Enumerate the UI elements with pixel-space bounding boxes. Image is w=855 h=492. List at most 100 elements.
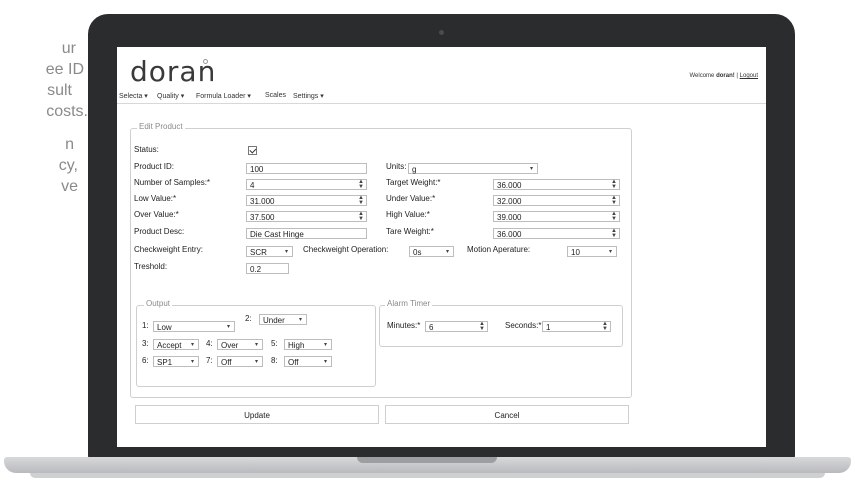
high-value: 39.000 [497, 213, 522, 222]
chevron-down-icon: ▾ [226, 324, 230, 330]
welcome-separator: | [736, 73, 738, 79]
low-value-label: Low Value:* [134, 194, 177, 203]
spinner-icon[interactable]: ▲ ▼ [611, 195, 617, 206]
over-value-stepper[interactable]: 37.500 ▲ ▼ [246, 211, 367, 222]
tare-weight-label: Tare Weight:* [386, 227, 434, 236]
output-6-value: SP1 [157, 358, 173, 367]
output-5-label: 5: [271, 339, 278, 348]
chevron-down-icon: ▾ [445, 249, 449, 255]
product-desc-input[interactable]: Die Cast Hinge [246, 228, 367, 239]
chevron-down-icon: ▾ [298, 317, 302, 323]
units-select[interactable]: g ▾ [408, 163, 538, 174]
output-5-select[interactable]: High ▾ [284, 339, 332, 350]
menu-selecta[interactable]: Selecta ▾ [119, 92, 148, 100]
over-value-label: Over Value:* [134, 210, 179, 219]
output-4-label: 4: [206, 339, 213, 348]
units-value: g [412, 165, 417, 174]
samples-stepper[interactable]: 4 ▲ ▼ [246, 179, 367, 190]
target-weight-stepper[interactable]: 36.000 ▲ ▼ [493, 179, 620, 190]
seconds-stepper[interactable]: 1 ▲ ▼ [542, 321, 611, 332]
output-legend: Output [144, 299, 173, 308]
welcome-text: Welcome doran! | Logout [689, 73, 758, 79]
output-5-value: High [288, 341, 305, 350]
output-3-label: 3: [142, 339, 149, 348]
output-8-select[interactable]: Off ▾ [284, 356, 332, 367]
motion-aperature-select[interactable]: 10 ▾ [567, 246, 617, 257]
product-id-input[interactable]: 100 [246, 163, 367, 174]
samples-value: 4 [250, 181, 255, 190]
output-7-select[interactable]: Off ▾ [217, 356, 263, 367]
menu-scales[interactable]: Scales [265, 92, 286, 99]
spinner-icon[interactable]: ▲ ▼ [479, 321, 485, 332]
product-id-label: Product ID: [134, 162, 175, 171]
marketing-line: sult [47, 82, 72, 99]
checkweight-operation-label: Checkweight Operation: [303, 245, 389, 254]
over-value: 37.500 [250, 213, 275, 222]
motion-aperature-label: Motion Aperature: [467, 245, 531, 254]
menu-settings[interactable]: Settings ▾ [293, 92, 324, 100]
checkweight-entry-label: Checkweight Entry: [134, 245, 203, 254]
chevron-down-icon: ▾ [254, 342, 258, 348]
treshold-input[interactable]: 0.2 [246, 263, 289, 274]
product-desc-label: Product Desc: [134, 227, 185, 236]
spinner-icon[interactable]: ▲ ▼ [602, 321, 608, 332]
spinner-icon[interactable]: ▲ ▼ [611, 211, 617, 222]
welcome-user: doran! [716, 73, 735, 79]
motion-aperature-value: 10 [571, 248, 580, 257]
chevron-down-icon: ▾ [190, 359, 194, 365]
output-7-label: 7: [206, 356, 213, 365]
output-3-select[interactable]: Accept ▾ [153, 339, 199, 350]
checkweight-operation-value: 0s [413, 248, 422, 257]
spinner-icon[interactable]: ▲ ▼ [611, 179, 617, 190]
checkweight-entry-value: SCR [250, 248, 267, 257]
chevron-down-icon: ▾ [529, 166, 533, 172]
under-value-label: Under Value:* [386, 194, 436, 203]
chevron-down-icon: ▾ [608, 249, 612, 255]
update-button[interactable]: Update [135, 405, 379, 424]
output-4-value: Over [221, 341, 239, 350]
spinner-icon[interactable]: ▲ ▼ [358, 211, 364, 222]
output-1-select[interactable]: Low ▾ [153, 321, 235, 332]
output-7-value: Off [221, 358, 232, 367]
output-3-value: Accept [157, 341, 182, 350]
status-checkbox[interactable] [248, 146, 257, 155]
output-1-value: Low [157, 323, 172, 332]
chevron-down-icon: ▾ [190, 342, 194, 348]
checkweight-entry-select[interactable]: SCR ▾ [246, 246, 293, 257]
menu-bar: Selecta ▾ Quality ▾ Formula Loader ▾ Sca… [117, 90, 766, 104]
cancel-button[interactable]: Cancel [385, 405, 629, 424]
laptop-shadow [30, 473, 825, 478]
output-8-value: Off [288, 358, 299, 367]
target-weight-label: Target Weight:* [386, 178, 441, 187]
alarm-timer-legend: Alarm Timer [385, 299, 433, 308]
units-label: Units: [386, 162, 407, 171]
camera-icon [439, 30, 444, 35]
low-value-stepper[interactable]: 31.000 ▲ ▼ [246, 195, 367, 206]
spinner-icon[interactable]: ▲ ▼ [358, 195, 364, 206]
output-6-select[interactable]: SP1 ▾ [153, 356, 199, 367]
samples-label: Number of Samples:* [134, 178, 211, 187]
high-value-stepper[interactable]: 39.000 ▲ ▼ [493, 211, 620, 222]
checkweight-operation-select[interactable]: 0s ▾ [409, 246, 454, 257]
seconds-value: 1 [546, 323, 551, 332]
tare-weight-stepper[interactable]: 36.000 ▲ ▼ [493, 228, 620, 239]
output-2-select[interactable]: Under ▾ [259, 314, 307, 325]
edit-product-legend: Edit Product [137, 122, 185, 131]
minutes-label: Minutes:* [387, 321, 421, 330]
under-value-stepper[interactable]: 32.000 ▲ ▼ [493, 195, 620, 206]
output-4-select[interactable]: Over ▾ [217, 339, 263, 350]
output-1-label: 1: [142, 321, 149, 330]
tare-weight-value: 36.000 [497, 230, 522, 239]
target-weight-value: 36.000 [497, 181, 522, 190]
minutes-stepper[interactable]: 6 ▲ ▼ [425, 321, 488, 332]
under-value: 32.000 [497, 197, 522, 206]
marketing-line: n [65, 136, 74, 153]
menu-formula-loader[interactable]: Formula Loader ▾ [196, 92, 251, 100]
output-2-value: Under [263, 316, 285, 325]
spinner-icon[interactable]: ▲ ▼ [611, 228, 617, 239]
high-value-label: High Value:* [386, 210, 430, 219]
menu-quality[interactable]: Quality ▾ [157, 92, 184, 100]
logout-link[interactable]: Logout [740, 73, 758, 79]
output-2-label: 2: [245, 314, 252, 323]
spinner-icon[interactable]: ▲ ▼ [358, 179, 364, 190]
